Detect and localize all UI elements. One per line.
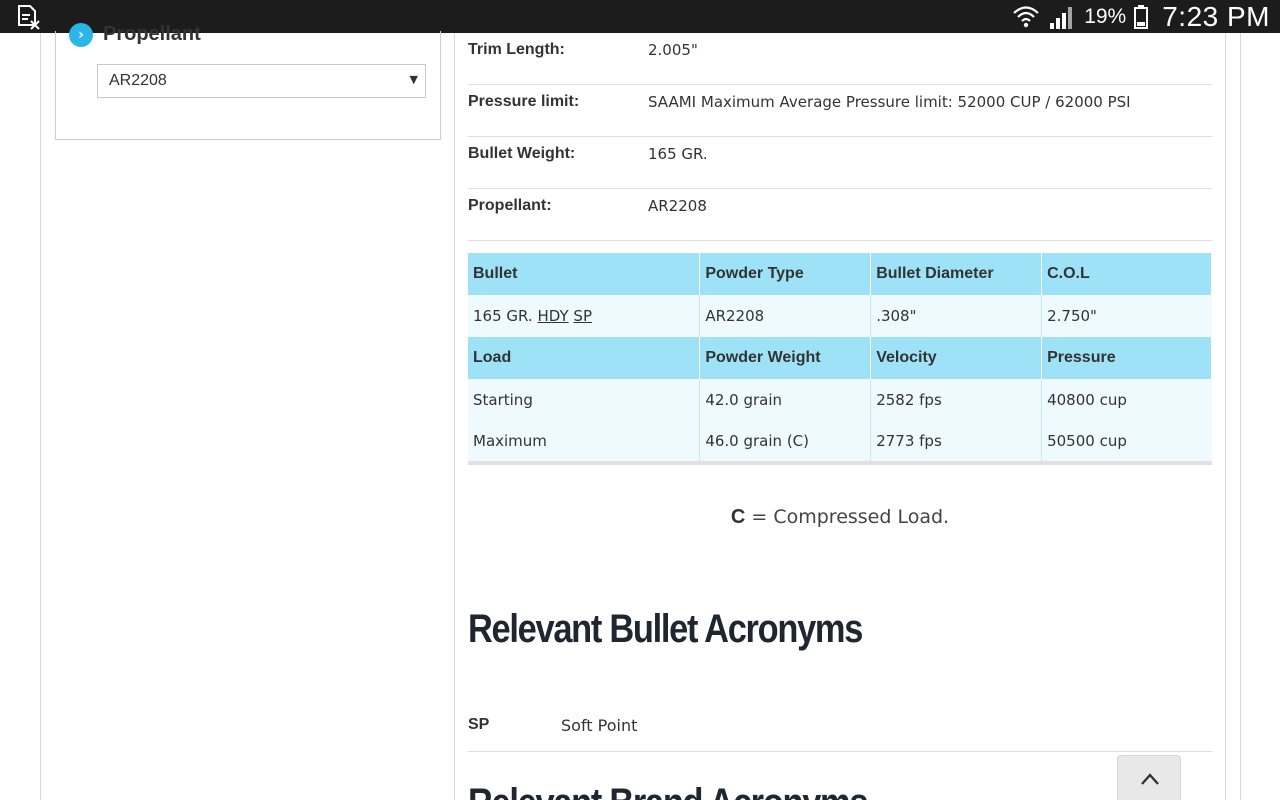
table-header-cell: Bullet — [468, 253, 701, 295]
battery-percent: 19% — [1084, 4, 1127, 28]
bullet-cell: 165 GR. HDY SP — [468, 295, 701, 337]
brand-acronyms-heading: Relevant Brand Acronyms — [468, 781, 868, 800]
acronym-value: Soft Point — [561, 716, 638, 735]
clock: 7:23 PM — [1162, 0, 1270, 32]
table-header-cell: C.O.L — [1041, 253, 1212, 295]
spec-value: AR2208 — [648, 197, 707, 215]
signal-icon — [1050, 6, 1073, 29]
table-header-cell: Powder Type — [699, 253, 872, 295]
table-cell: 50500 cup — [1041, 421, 1212, 463]
propellant-select[interactable]: AR2208 ▼ — [97, 64, 426, 98]
spec-value: 165 GR. — [648, 145, 708, 163]
table-row: Starting 42.0 grain 2582 fps 40800 cup — [468, 379, 1212, 421]
sidebar: › Propellant AR2208 ▼ — [40, 23, 455, 800]
spec-row-bullet-weight: Bullet Weight: 165 GR. — [468, 137, 1212, 189]
table-cell: 2.750" — [1041, 295, 1212, 337]
table-cell: Maximum — [468, 421, 701, 463]
table-header-cell: Bullet Diameter — [870, 253, 1043, 295]
spec-label: Bullet Weight: — [468, 145, 576, 162]
bullet-acronym-link[interactable]: SP — [573, 307, 592, 325]
notification-doc-icon — [18, 5, 40, 30]
propellant-filter-title[interactable]: Propellant — [103, 23, 201, 46]
table-cell: 2773 fps — [870, 421, 1043, 463]
main-content: Trim Length: 2.005" Pressure limit: SAAM… — [455, 33, 1226, 800]
propellant-select-value: AR2208 — [109, 72, 167, 89]
table-row: Maximum 46.0 grain (C) 2773 fps 50500 cu… — [468, 421, 1212, 463]
scroll-to-top-button[interactable] — [1117, 755, 1181, 800]
table-cell: 46.0 grain (C) — [699, 421, 872, 463]
spec-row-pressure-limit: Pressure limit: SAAMI Maximum Average Pr… — [468, 85, 1212, 137]
spec-label: Propellant: — [468, 197, 552, 214]
chevron-right-icon[interactable]: › — [69, 23, 93, 47]
table-header-row: Load Powder Weight Velocity Pressure — [468, 337, 1212, 379]
spec-row-propellant: Propellant: AR2208 — [468, 189, 1212, 241]
table-cell: 42.0 grain — [699, 379, 872, 421]
battery-icon — [1134, 4, 1149, 29]
brand-acronym-link[interactable]: HDY — [537, 307, 568, 325]
bullet-weight-text: 165 GR. — [473, 307, 533, 325]
spec-label: Trim Length: — [468, 41, 565, 58]
table-header-row: Bullet Powder Type Bullet Diameter C.O.L — [468, 253, 1212, 295]
table-cell: AR2208 — [699, 295, 872, 337]
spec-row-trim-length: Trim Length: 2.005" — [468, 33, 1212, 85]
compressed-load-note: C = Compressed Load. — [468, 506, 1212, 529]
table-row: 165 GR. HDY SP AR2208 .308" 2.750" — [468, 295, 1212, 337]
table-header-cell: Load — [468, 337, 701, 379]
acronym-row: SP Soft Point — [468, 705, 1212, 752]
table-cell: Starting — [468, 379, 701, 421]
spec-value: SAAMI Maximum Average Pressure limit: 52… — [648, 93, 1131, 111]
load-data-table: Bullet Powder Type Bullet Diameter C.O.L… — [468, 253, 1212, 465]
table-header-cell: Powder Weight — [699, 337, 872, 379]
bullet-acronyms-heading: Relevant Bullet Acronyms — [468, 607, 863, 651]
wifi-icon — [1013, 5, 1039, 27]
chevron-up-icon — [1141, 773, 1159, 785]
page-border-right — [1240, 33, 1241, 800]
spec-label: Pressure limit: — [468, 93, 580, 110]
note-key: C — [730, 506, 746, 528]
acronym-key: SP — [468, 716, 490, 733]
status-icons: 19% 7:23 PM — [1012, 0, 1270, 33]
table-header-cell: Pressure — [1041, 337, 1212, 379]
table-cell: .308" — [870, 295, 1043, 337]
spec-value: 2.005" — [648, 41, 698, 59]
caret-down-icon: ▼ — [409, 73, 418, 86]
table-cell: 40800 cup — [1041, 379, 1212, 421]
table-cell: 2582 fps — [870, 379, 1043, 421]
note-text: = Compressed Load. — [745, 506, 950, 528]
table-header-cell: Velocity — [870, 337, 1043, 379]
propellant-filter: › Propellant AR2208 ▼ — [55, 23, 441, 140]
